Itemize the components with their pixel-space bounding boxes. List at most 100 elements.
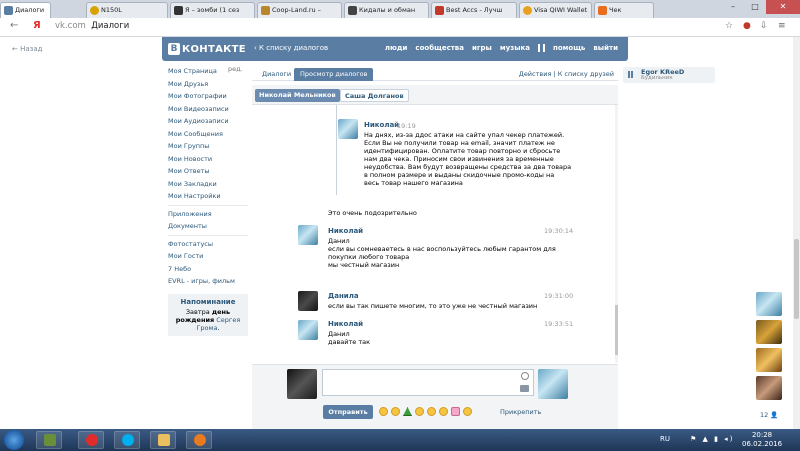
menu-groups[interactable]: Мои Группы bbox=[168, 140, 248, 153]
url-field[interactable]: vk.com Диалоги bbox=[55, 21, 129, 31]
menu-apps[interactable]: Приложения bbox=[168, 208, 248, 221]
close-window-button[interactable]: ✕ bbox=[766, 0, 800, 14]
taskbar-app-folder[interactable] bbox=[150, 431, 176, 449]
extension-icon[interactable]: ● bbox=[743, 21, 751, 31]
scrollbar-thumb[interactable] bbox=[615, 305, 618, 355]
browser-tab-0[interactable]: Диалоги bbox=[0, 2, 51, 18]
pause-icon[interactable] bbox=[538, 44, 546, 52]
tree-emoji-icon[interactable] bbox=[403, 407, 412, 416]
back-link[interactable]: ← Назад bbox=[12, 45, 43, 53]
camera-icon[interactable] bbox=[520, 385, 529, 392]
to-friends-link[interactable]: К списку друзей bbox=[558, 70, 614, 78]
menu-friends[interactable]: Мои Друзья bbox=[168, 78, 248, 91]
friend-avatar[interactable] bbox=[756, 320, 782, 344]
partner-avatar[interactable] bbox=[538, 369, 568, 399]
sad-emoji-icon[interactable] bbox=[463, 407, 472, 416]
online-friend[interactable]: Egor KReeD Будильник bbox=[623, 67, 715, 83]
menu-photostatus[interactable]: Фотостатусы bbox=[168, 238, 248, 251]
favorite-star-icon[interactable]: ☆ bbox=[725, 21, 733, 31]
friends-count[interactable]: 12 👤 bbox=[760, 411, 778, 419]
menu-icon[interactable]: ≡ bbox=[778, 21, 786, 31]
avatar[interactable] bbox=[338, 119, 358, 139]
menu-documents[interactable]: Документы bbox=[168, 220, 248, 233]
taskbar-app-skype[interactable] bbox=[114, 431, 140, 449]
skype-icon bbox=[122, 434, 134, 446]
menu-bookmarks[interactable]: Мои Закладки bbox=[168, 178, 248, 191]
taskbar-app-explorer[interactable] bbox=[36, 431, 62, 449]
avatar[interactable] bbox=[298, 291, 318, 311]
message-input[interactable] bbox=[322, 369, 534, 396]
message-author[interactable]: Николай bbox=[364, 121, 399, 129]
vk-logo[interactable]: В КОНТАКТЕ bbox=[168, 42, 246, 56]
yandex-icon[interactable]: Я bbox=[33, 20, 41, 31]
history-scrollbar[interactable] bbox=[615, 105, 618, 363]
cake-emoji-icon[interactable] bbox=[451, 407, 460, 416]
system-tray[interactable]: ⚑ ▲ ▮ ◂) bbox=[690, 435, 734, 443]
conversation-partners: Николай Мельников Саша Долганов bbox=[252, 85, 618, 105]
clock[interactable]: 20:28 06.02.2016 bbox=[742, 431, 782, 449]
menu-photos[interactable]: Мои Фотографии bbox=[168, 90, 248, 103]
browser-tab-1[interactable]: N150L bbox=[86, 2, 168, 18]
back-to-dialogs-link[interactable]: ‹ К списку диалогов bbox=[254, 44, 328, 52]
menu-news[interactable]: Мои Новости bbox=[168, 153, 248, 166]
nav-people[interactable]: люди bbox=[385, 44, 408, 52]
menu-evrl[interactable]: EVRL - игры, фильм bbox=[168, 275, 248, 288]
menu-messages[interactable]: Мои Сообщения bbox=[168, 128, 248, 141]
menu-replies[interactable]: Мои Ответы bbox=[168, 165, 248, 178]
start-button[interactable] bbox=[4, 430, 24, 450]
menu-audio[interactable]: Мои Аудиозаписи bbox=[168, 115, 248, 128]
nav-music[interactable]: музыка bbox=[500, 44, 530, 52]
maximize-button[interactable]: □ bbox=[744, 0, 766, 14]
friend-status: Будильник bbox=[641, 75, 673, 81]
actions-link[interactable]: Действия bbox=[519, 70, 552, 78]
url-title: Диалоги bbox=[91, 21, 130, 31]
message-author[interactable]: Николай bbox=[328, 227, 363, 235]
menu-videos[interactable]: Мои Видеозаписи bbox=[168, 103, 248, 116]
send-button[interactable]: Отправить bbox=[323, 405, 373, 419]
page-scrollbar[interactable] bbox=[793, 37, 800, 429]
message-author[interactable]: Николай bbox=[328, 320, 363, 328]
avatar[interactable] bbox=[298, 320, 318, 340]
friend-avatar[interactable] bbox=[756, 376, 782, 400]
tab-dialogs[interactable]: Диалоги bbox=[256, 68, 297, 81]
pause-icon[interactable] bbox=[628, 71, 633, 78]
partner-tab-selected[interactable]: Николай Мельников bbox=[255, 89, 340, 102]
taskbar-app-yandex[interactable] bbox=[78, 431, 104, 449]
partner-tab-other[interactable]: Саша Долганов bbox=[340, 89, 409, 102]
nav-help[interactable]: помощь bbox=[553, 44, 585, 52]
download-icon[interactable]: ⇩ bbox=[760, 21, 768, 31]
nav-communities[interactable]: сообщества bbox=[415, 44, 464, 52]
browser-tab-2[interactable]: Я – зомби (1 сез bbox=[170, 2, 255, 18]
menu-guests[interactable]: Мои Гости bbox=[168, 250, 248, 263]
friend-avatar[interactable] bbox=[756, 292, 782, 316]
browser-tab-6[interactable]: Visa QIWI Wallet bbox=[519, 2, 592, 18]
laugh-emoji-icon[interactable] bbox=[415, 407, 424, 416]
edit-link[interactable]: ред. bbox=[228, 65, 243, 73]
browser-tab-3[interactable]: Coop-Land.ru – bbox=[257, 2, 342, 18]
nav-logout[interactable]: выйти bbox=[593, 44, 618, 52]
back-arrow-icon[interactable]: ← bbox=[10, 20, 18, 31]
language-indicator[interactable]: RU bbox=[660, 435, 670, 443]
friend-avatar[interactable] bbox=[756, 348, 782, 372]
tongue-emoji-icon[interactable] bbox=[439, 407, 448, 416]
tab-actions-area: Действия | К списку друзей bbox=[518, 70, 614, 78]
avatar[interactable] bbox=[298, 225, 318, 245]
smile-icon[interactable] bbox=[521, 372, 529, 380]
browser-tab-4[interactable]: Кидалы и обман bbox=[344, 2, 429, 18]
minimize-button[interactable]: – bbox=[722, 0, 744, 14]
tab-view-dialogs[interactable]: Просмотр диалогов bbox=[294, 68, 374, 81]
site-favicon-icon bbox=[261, 6, 270, 15]
browser-tab-7[interactable]: Чек bbox=[594, 2, 654, 18]
wink-emoji-icon[interactable] bbox=[427, 407, 436, 416]
message-author[interactable]: Данила bbox=[328, 292, 359, 300]
smile-emoji-icon[interactable] bbox=[379, 407, 388, 416]
menu-settings[interactable]: Мои Настройки bbox=[168, 190, 248, 203]
taskbar-app-firefox[interactable] bbox=[186, 431, 212, 449]
attach-link[interactable]: Прикрепить bbox=[500, 408, 541, 416]
thumbs-up-emoji-icon[interactable] bbox=[391, 407, 400, 416]
menu-7-sky[interactable]: 7 Небо bbox=[168, 263, 248, 276]
browser-tab-5[interactable]: Best Accs - Лучш bbox=[431, 2, 517, 18]
scrollbar-thumb[interactable] bbox=[794, 239, 799, 319]
nav-games[interactable]: игры bbox=[472, 44, 492, 52]
my-avatar[interactable] bbox=[287, 369, 317, 399]
